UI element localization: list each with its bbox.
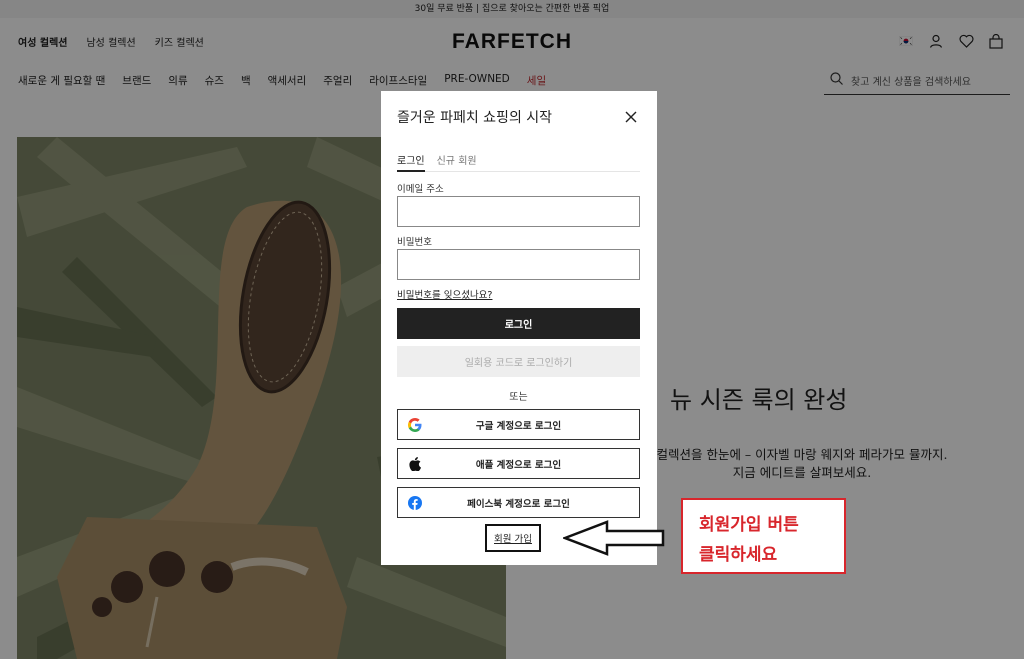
facebook-icon bbox=[408, 495, 422, 510]
apple-login-button[interactable]: 애플 계정으로 로그인 bbox=[397, 448, 640, 479]
callout-line1: 회원가입 버튼 bbox=[699, 515, 799, 535]
pointer-arrow-icon bbox=[563, 520, 665, 556]
apple-icon bbox=[408, 456, 422, 471]
email-label: 이메일 주소 bbox=[397, 184, 444, 195]
or-divider: 또는 bbox=[509, 392, 528, 403]
password-label: 비밀번호 bbox=[397, 237, 432, 248]
tab-login[interactable]: 로그인 bbox=[397, 152, 425, 172]
callout-line2: 클릭하세요 bbox=[699, 545, 778, 565]
auth-tabs: 로그인 신규 회원 bbox=[397, 152, 640, 172]
signup-link[interactable]: 회원 가입 bbox=[485, 524, 541, 552]
google-icon bbox=[408, 417, 422, 432]
google-label: 구글 계정으로 로그인 bbox=[475, 420, 562, 432]
password-field[interactable] bbox=[397, 249, 640, 280]
instruction-callout: 회원가입 버튼 클릭하세요 bbox=[681, 498, 846, 574]
otp-login-button[interactable]: 일회용 코드로 로그인하기 bbox=[397, 346, 640, 377]
login-modal: 즐거운 파페치 쇼핑의 시작 로그인 신규 회원 이메일 주소 비밀번호 비밀번… bbox=[381, 91, 657, 565]
modal-title: 즐거운 파페치 쇼핑의 시작 bbox=[397, 110, 553, 126]
facebook-label: 페이스북 계정으로 로그인 bbox=[467, 498, 570, 510]
forgot-password-link[interactable]: 비밀번호를 잊으셨나요? bbox=[397, 287, 492, 301]
email-field[interactable] bbox=[397, 196, 640, 227]
google-login-button[interactable]: 구글 계정으로 로그인 bbox=[397, 409, 640, 440]
close-icon[interactable] bbox=[625, 108, 639, 123]
apple-label: 애플 계정으로 로그인 bbox=[475, 459, 562, 471]
login-button[interactable]: 로그인 bbox=[397, 308, 640, 339]
tab-signup[interactable]: 신규 회원 bbox=[437, 152, 477, 167]
facebook-login-button[interactable]: 페이스북 계정으로 로그인 bbox=[397, 487, 640, 518]
